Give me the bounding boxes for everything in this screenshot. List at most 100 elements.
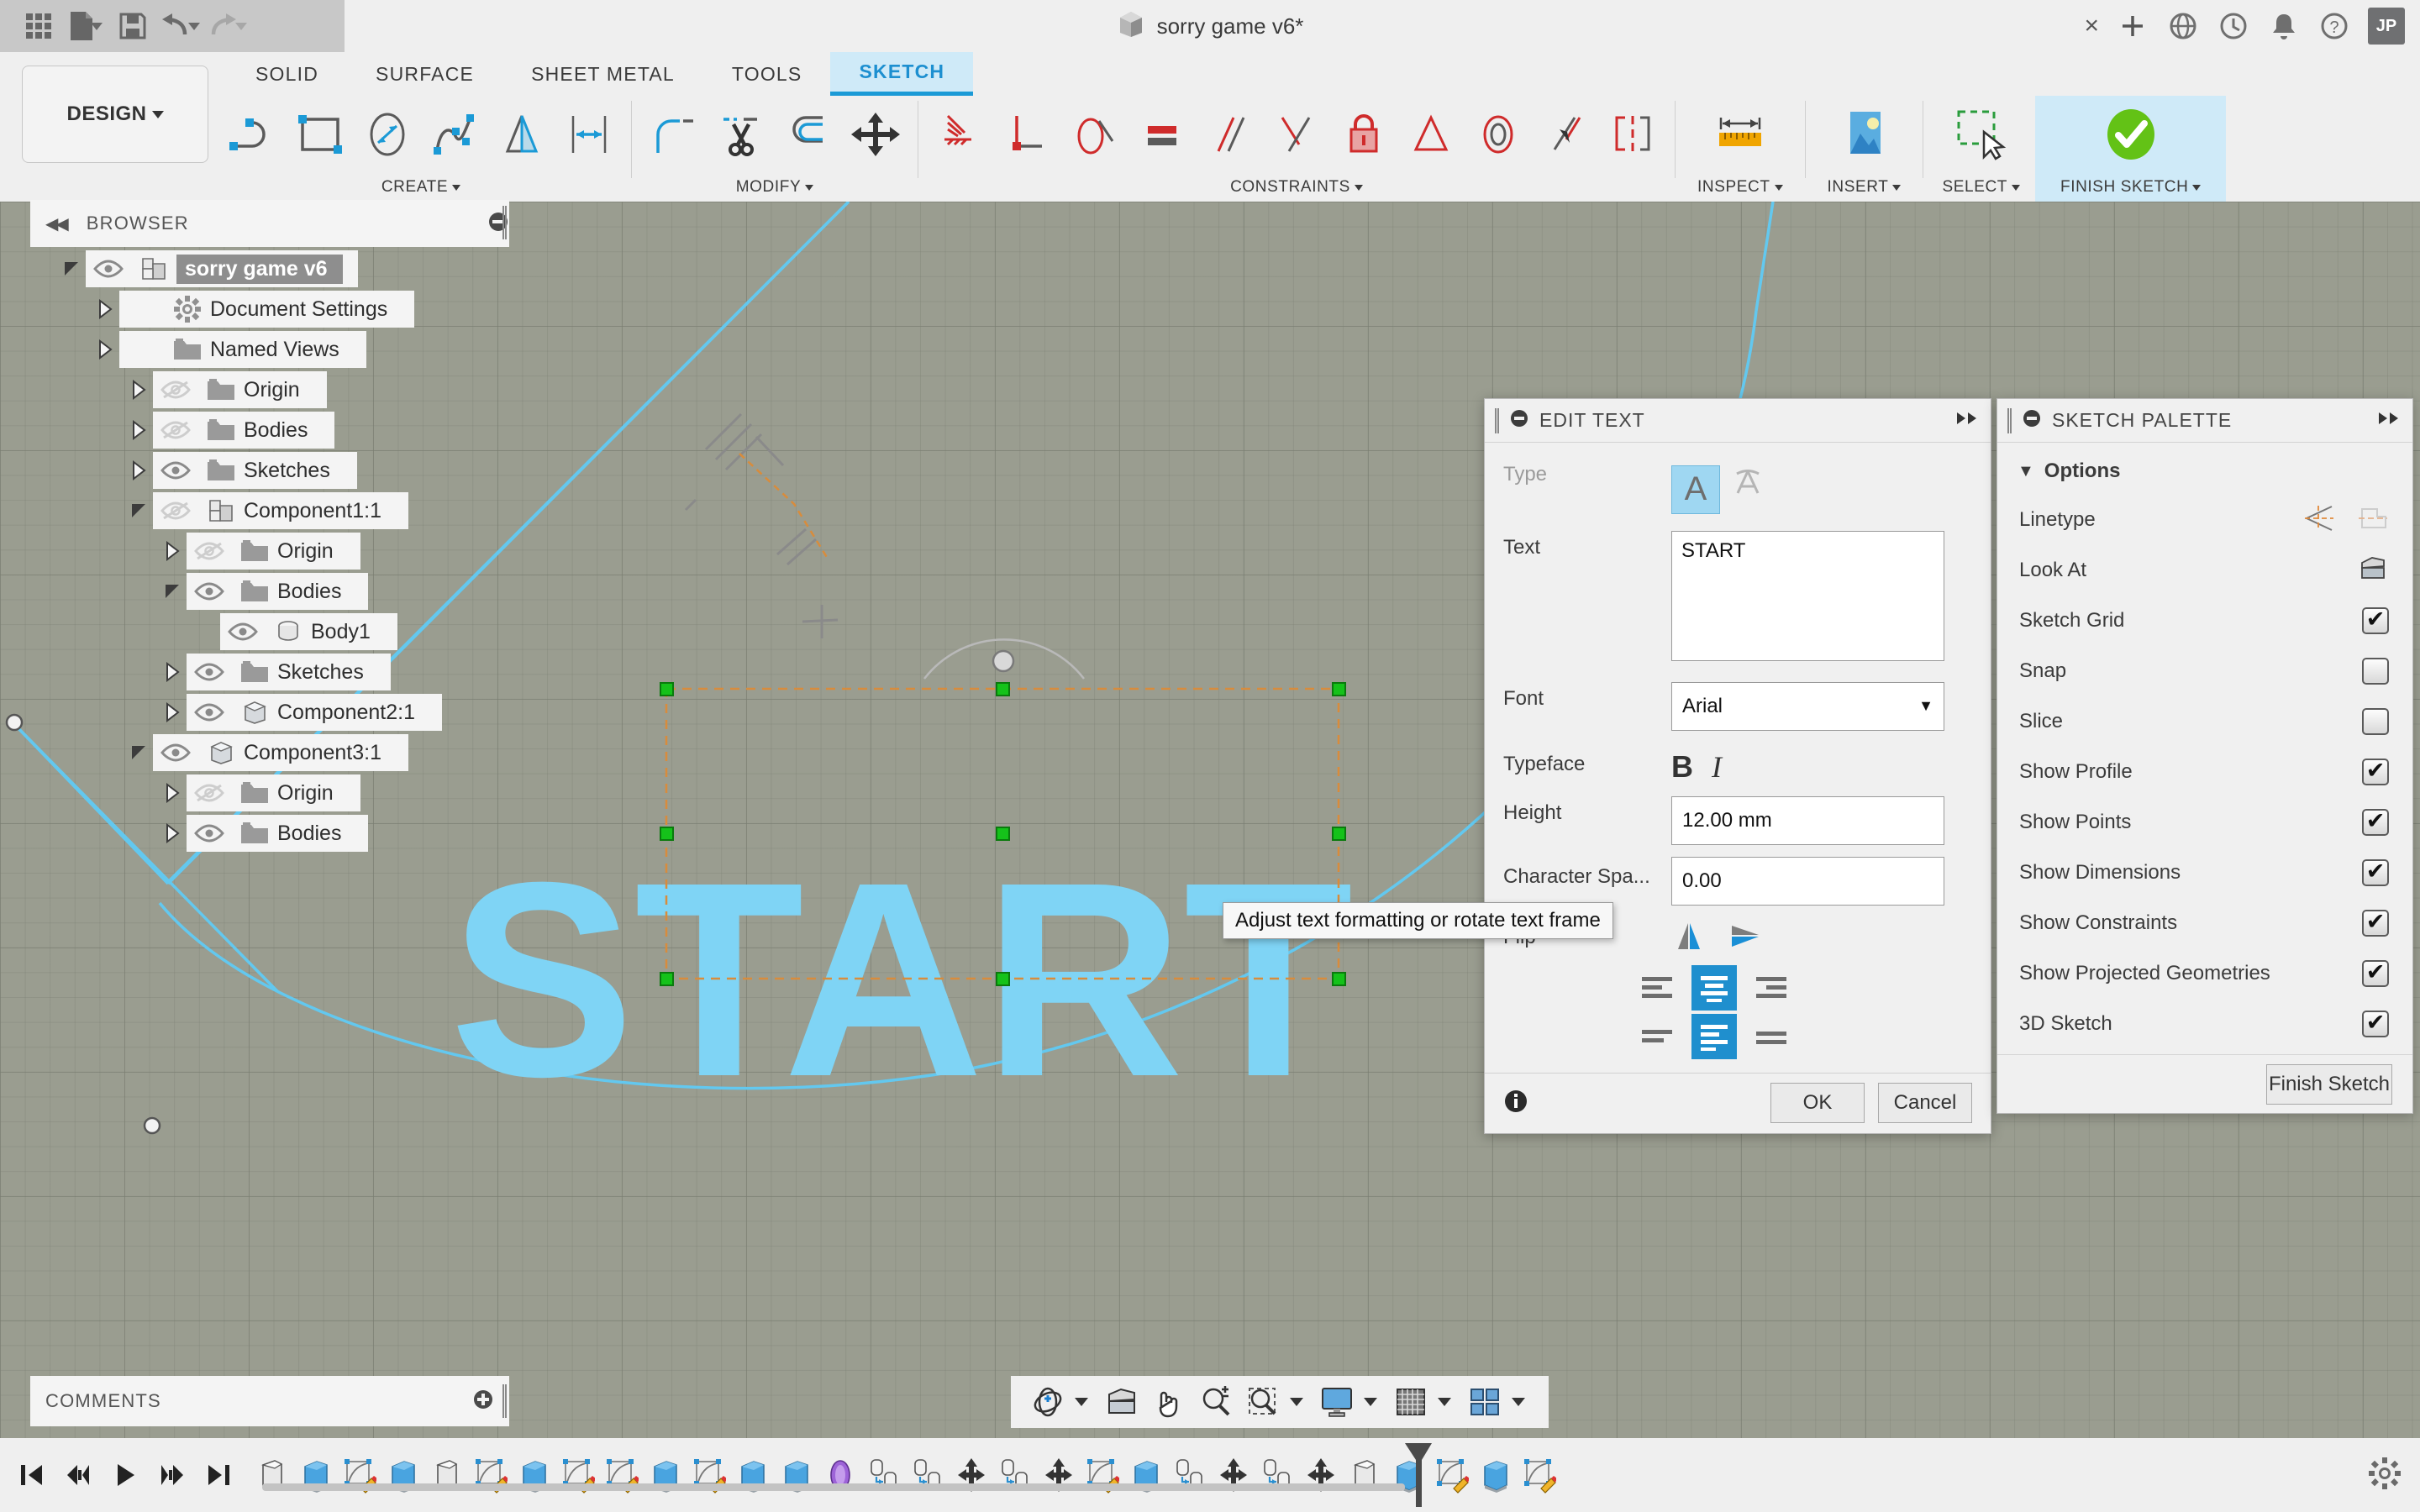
chevron-down-icon[interactable] [452, 184, 461, 191]
dialog-grip[interactable] [1495, 407, 1499, 433]
tangent-icon[interactable] [1063, 101, 1127, 168]
tree-item-hit[interactable]: Origin [187, 533, 360, 570]
ribbon-group-create-label[interactable]: CREATE [381, 178, 461, 200]
mirror-icon[interactable] [490, 101, 554, 168]
concentric-icon[interactable] [1466, 101, 1530, 168]
chevron-down-icon[interactable] [2012, 184, 2020, 191]
tab-sheet-metal[interactable]: SHEET METAL [502, 52, 703, 96]
save-icon[interactable] [109, 6, 156, 46]
zoom-window-icon[interactable] [1241, 1380, 1285, 1424]
chevron-down-icon[interactable] [1290, 1398, 1303, 1406]
chevron-down-icon[interactable] [1892, 184, 1902, 191]
chevron-down-icon[interactable] [1354, 184, 1363, 191]
tree-item-body1[interactable]: Body1 [0, 612, 521, 652]
ribbon-group-inspect-label[interactable]: INSPECT [1697, 178, 1783, 200]
workspace-switcher[interactable]: DESIGN [22, 66, 208, 163]
ribbon-group-modify-label[interactable]: MODIFY [736, 178, 814, 200]
info-icon[interactable] [1503, 1089, 1528, 1118]
valign-top-button[interactable] [1634, 1014, 1680, 1059]
edit-text-dialog-header[interactable]: EDIT TEXT [1485, 399, 1991, 443]
chevron-down-icon[interactable] [124, 734, 153, 771]
expand-right-icon[interactable] [2377, 410, 2402, 431]
checkbox-show-constraints[interactable] [2362, 910, 2389, 937]
midpoint-icon[interactable] [1399, 101, 1463, 168]
tree-item-hit[interactable]: Origin [187, 774, 360, 811]
timeline-feature-7[interactable] [556, 1449, 600, 1501]
sketch-palette-header[interactable]: SKETCH PALETTE [1997, 399, 2412, 443]
coincident-icon[interactable] [929, 101, 992, 168]
tree-item-named-views[interactable]: Named Views [0, 329, 521, 370]
trim-icon[interactable] [709, 101, 773, 168]
chevron-down-icon[interactable] [1075, 1398, 1088, 1406]
sketch-palette[interactable]: SKETCH PALETTE ▼ Options Linetype Look At… [1996, 398, 2413, 1114]
timeline-feature-14[interactable] [862, 1449, 906, 1501]
timeline-feature-10[interactable] [687, 1449, 731, 1501]
timeline-feature-11[interactable] [731, 1449, 775, 1501]
go-to-end-icon[interactable] [200, 1452, 239, 1498]
bell-icon[interactable] [2267, 9, 2301, 43]
chevron-down-icon[interactable] [235, 22, 247, 30]
finish-sketch-button[interactable]: Finish Sketch [2266, 1063, 2392, 1105]
timeline-feature-6[interactable] [513, 1449, 556, 1501]
measure-icon[interactable] [1708, 101, 1772, 168]
step-back-icon[interactable] [59, 1452, 97, 1498]
timeline-feature-1[interactable] [294, 1449, 338, 1501]
add-tab-icon[interactable] [2116, 9, 2149, 43]
tree-item-hit[interactable]: Component1:1 [153, 492, 409, 529]
timeline-feature-21[interactable] [1168, 1449, 1212, 1501]
insert-image-icon[interactable] [1833, 101, 1897, 168]
chevron-down-icon[interactable] [1512, 1398, 1525, 1406]
display-settings-icon[interactable] [1315, 1380, 1359, 1424]
chevron-right-icon[interactable] [158, 654, 187, 690]
visibility-toggle-icon[interactable] [187, 654, 232, 690]
browser-resize-grip[interactable] [502, 206, 507, 239]
align-right-button[interactable] [1749, 965, 1794, 1011]
viewports-icon[interactable] [1463, 1380, 1507, 1424]
palette-row-show-dimensions[interactable]: Show Dimensions [1997, 848, 2412, 898]
tree-item-hit[interactable]: Component3:1 [153, 734, 409, 771]
chevron-right-icon[interactable] [158, 774, 187, 811]
chevron-down-icon[interactable] [805, 184, 814, 191]
undo-icon[interactable] [156, 6, 203, 46]
checkbox-sketch-grid[interactable] [2362, 607, 2389, 634]
look-at-icon[interactable] [1100, 1380, 1144, 1424]
palette-row-show-profile[interactable]: Show Profile [1997, 747, 2412, 797]
ribbon-group-select-label[interactable]: SELECT [1942, 178, 2020, 200]
tree-item-component1-1[interactable]: Component1:1 [0, 491, 521, 531]
minimize-icon[interactable] [1509, 408, 1529, 433]
timeline-feature-18[interactable] [1037, 1449, 1081, 1501]
chevron-right-icon[interactable] [91, 331, 119, 368]
palette-grip[interactable] [2007, 407, 2012, 433]
valign-bottom-button[interactable] [1749, 1014, 1794, 1059]
expand-icon[interactable] [472, 1389, 494, 1415]
go-to-beginning-icon[interactable] [12, 1452, 50, 1498]
tree-item-hit[interactable]: Component2:1 [187, 694, 443, 731]
tree-item-sketches[interactable]: Sketches [0, 652, 521, 692]
timeline-feature-4[interactable] [425, 1449, 469, 1501]
timeline-feature-28[interactable] [1474, 1449, 1518, 1501]
ribbon-group-finish-sketch-label[interactable]: FINISH SKETCH [2060, 178, 2202, 200]
ribbon-group-constraints-label[interactable]: CONSTRAINTS [1230, 178, 1363, 200]
visibility-toggle-icon[interactable] [153, 412, 198, 449]
timeline-feature-23[interactable] [1255, 1449, 1299, 1501]
select-window-icon[interactable] [1949, 101, 2013, 168]
tab-tools[interactable]: TOOLS [703, 52, 831, 96]
chevron-down-icon[interactable] [1774, 184, 1783, 191]
timeline-feature-3[interactable] [381, 1449, 425, 1501]
char-spacing-input[interactable] [1671, 856, 1944, 906]
tree-item-document-settings[interactable]: Document Settings [0, 289, 521, 329]
checkbox-3d-sketch[interactable] [2362, 1011, 2389, 1037]
chevron-down-icon[interactable] [91, 22, 103, 30]
bold-button[interactable]: B [1671, 749, 1693, 785]
tree-item-origin[interactable]: Origin [0, 773, 521, 813]
visibility-toggle-icon[interactable] [153, 452, 198, 489]
chevron-right-icon[interactable] [91, 291, 119, 328]
palette-row-linetype[interactable]: Linetype [1997, 495, 2412, 545]
chevron-right-icon[interactable] [124, 412, 153, 449]
chevron-down-icon[interactable] [1438, 1398, 1451, 1406]
palette-row-show-constraints[interactable]: Show Constraints [1997, 898, 2412, 948]
palette-row-snap[interactable]: Snap [1997, 646, 2412, 696]
chevron-right-icon[interactable] [158, 533, 187, 570]
chevron-right-icon[interactable] [158, 694, 187, 731]
ribbon-group-insert-label[interactable]: INSERT [1828, 178, 1902, 200]
